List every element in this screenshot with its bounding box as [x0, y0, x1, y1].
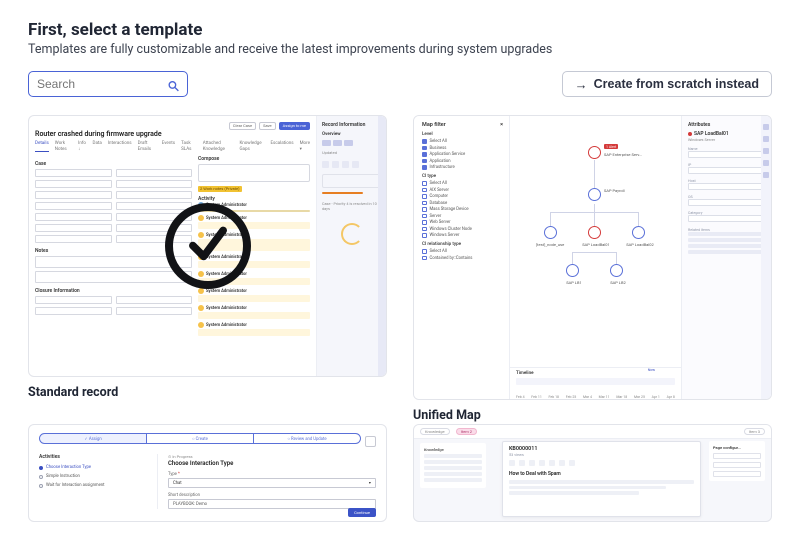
close-icon: ×	[500, 122, 503, 128]
page-title: First, select a template	[28, 20, 772, 40]
filter-icon	[365, 436, 376, 447]
side-tab-icons	[761, 116, 771, 399]
page-subtitle: Templates are fully customizable and rec…	[28, 42, 772, 57]
template-caption: Unified Map	[413, 408, 772, 423]
template-caption: Standard record	[28, 385, 387, 400]
template-card-assign[interactable]: ✓ Assign ○ Create ○ Review and Update Ac…	[28, 424, 387, 522]
arrow-right-icon: →	[575, 78, 588, 91]
search-icon	[167, 78, 180, 91]
search-field-wrap	[28, 71, 188, 97]
template-card-standard-record[interactable]: Clear Case Save Assign to me Router cras…	[28, 115, 387, 400]
record-tabs: Details Work Notes Info ↓ Data Interacti…	[35, 141, 310, 152]
create-from-scratch-button[interactable]: → Create from scratch instead	[562, 71, 772, 97]
create-from-scratch-label: Create from scratch instead	[594, 77, 759, 91]
continue-button: Continue	[348, 508, 376, 517]
template-card-unified-map[interactable]: Map filter× Level Select All Business Ap…	[413, 115, 772, 400]
chevron-down-icon: ▾	[369, 480, 371, 486]
record-title: Router crashed during firmware upgrade	[35, 130, 310, 138]
search-input[interactable]	[28, 71, 188, 97]
selected-check-icon	[165, 203, 251, 289]
save-button: Save	[259, 122, 276, 130]
assign-button: Assign to me	[279, 122, 310, 130]
clear-case-button: Clear Case	[229, 122, 256, 130]
template-card-knowledge[interactable]: Knowledge Item 2 Item 3 Knowledge KB0000…	[413, 424, 772, 522]
